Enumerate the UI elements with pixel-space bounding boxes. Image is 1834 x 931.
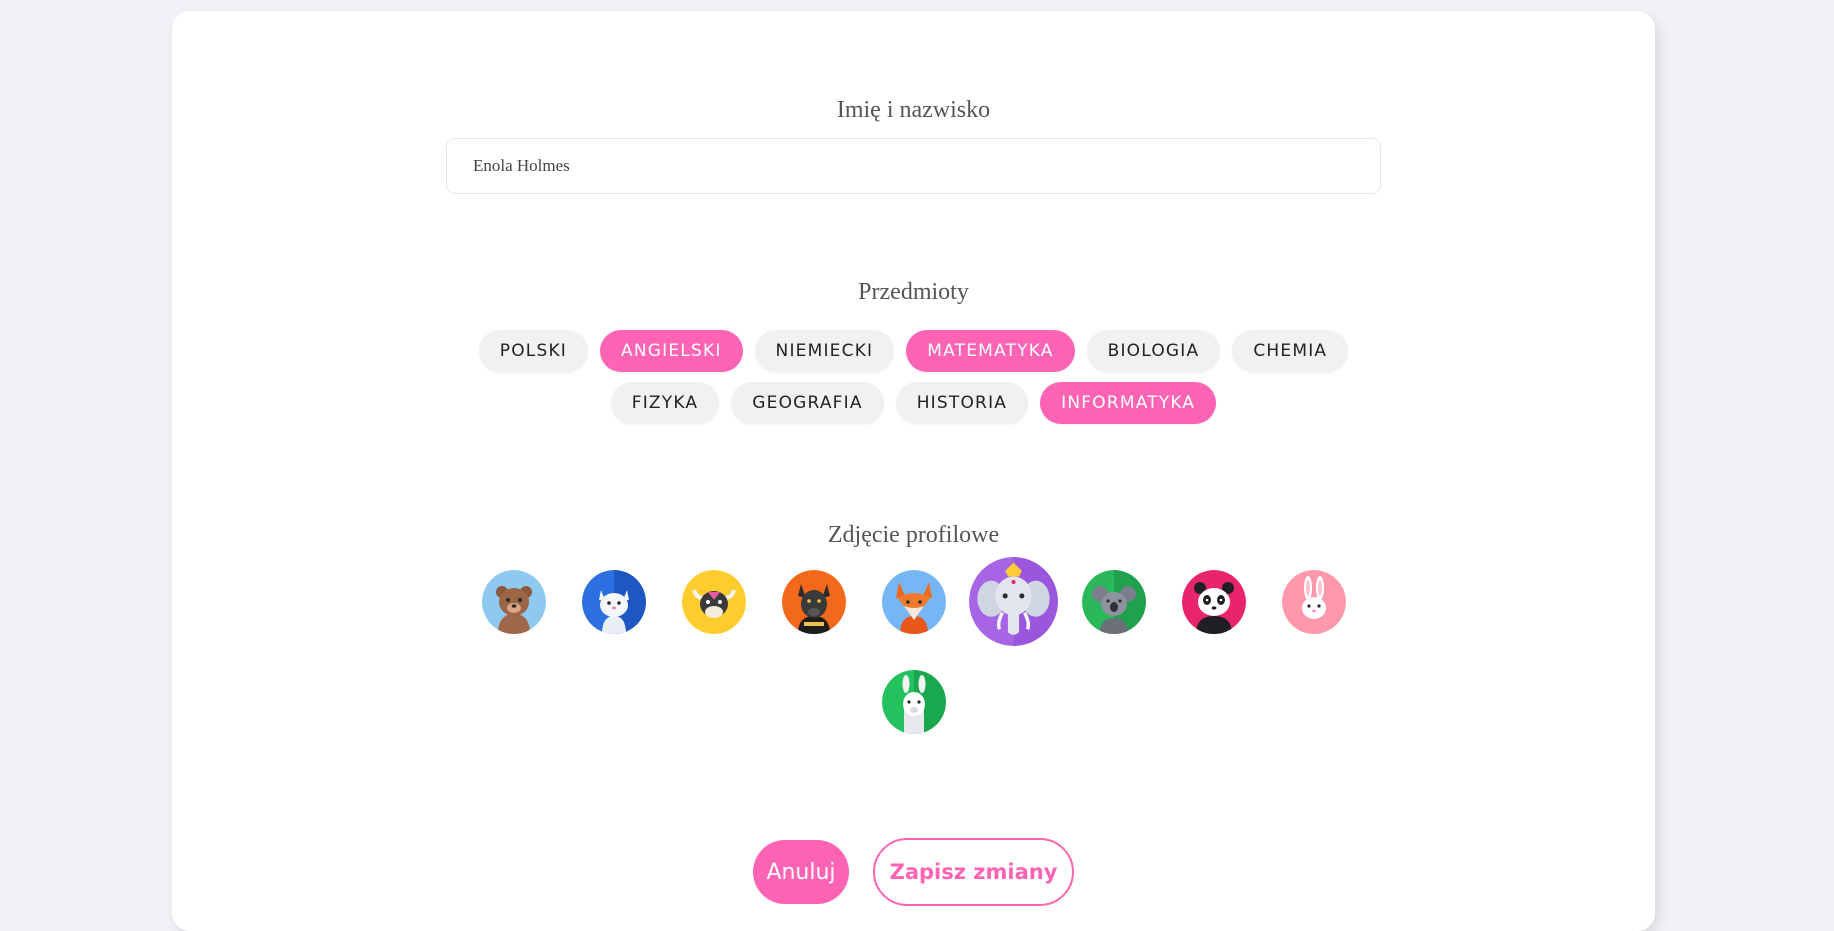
panda-avatar-icon[interactable] [1182,570,1246,634]
dog-avatar-icon[interactable] [782,570,846,634]
subject-chip-chemia[interactable]: CHEMIA [1232,330,1349,372]
bull-avatar-icon[interactable] [682,570,746,634]
subjects-row-1: POLSKI ANGIELSKI NIEMIECKI MATEMATYKA BI… [172,330,1655,372]
subject-chip-matematyka[interactable]: MATEMATYKA [906,330,1075,372]
name-input[interactable] [446,138,1381,194]
subject-chip-historia[interactable]: HISTORIA [895,382,1029,424]
subject-chip-geografia[interactable]: GEOGRAFIA [731,382,884,424]
subject-chip-niemiecki[interactable]: NIEMIECKI [754,330,895,372]
subjects-label: Przedmioty [858,279,969,305]
subject-chip-angielski[interactable]: ANGIELSKI [600,330,743,372]
subject-chip-polski[interactable]: POLSKI [478,330,589,372]
rabbit-avatar-icon[interactable] [1282,570,1346,634]
name-label: Imię i nazwisko [836,97,991,123]
llama-avatar-icon[interactable] [882,670,946,734]
subject-chip-fizyka[interactable]: FIZYKA [610,382,720,424]
koala-avatar-icon[interactable] [1082,570,1146,634]
save-changes-button[interactable]: Zapisz zmiany [873,838,1074,906]
subject-chip-informatyka[interactable]: INFORMATYKA [1040,382,1217,424]
profile-edit-card: Imię i nazwisko Przedmioty POLSKI ANGIEL… [172,11,1655,931]
fox-avatar-icon[interactable] [882,570,946,634]
cancel-button[interactable]: Anuluj [753,840,849,904]
subject-chip-biologia[interactable]: BIOLOGIA [1086,330,1221,372]
elephant-avatar-icon[interactable] [969,557,1058,646]
profile-photo-label: Zdjęcie profilowe [827,522,1000,548]
bear-avatar-icon[interactable] [482,570,546,634]
cat-avatar-icon[interactable] [582,570,646,634]
subjects-row-2: FIZYKA GEOGRAFIA HISTORIA INFORMATYKA [172,382,1655,424]
